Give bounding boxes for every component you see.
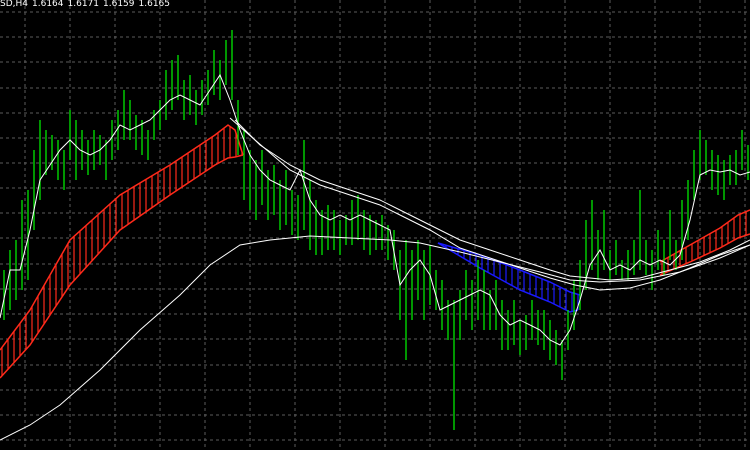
moving-average-slow	[0, 235, 750, 441]
chart-grid	[0, 0, 750, 450]
chart-header: SD,H4 1.6164 1.6171 1.6159 1.6165	[0, 0, 174, 10]
open-price-label: 1.6164	[32, 0, 64, 9]
close-price-label: 1.6165	[138, 0, 171, 9]
high-price-label: 1.6171	[67, 0, 100, 9]
moving-average-medium-1	[234, 119, 750, 281]
price-chart[interactable]	[0, 0, 750, 450]
blue-band-edge	[437, 242, 579, 313]
blue-band-edge	[437, 242, 581, 296]
chart-area[interactable]: SD,H4 1.6164 1.6171 1.6159 1.6165	[0, 0, 750, 450]
symbol-timeframe-label: SD,H4	[0, 0, 28, 9]
moving-average-fast	[0, 73, 750, 346]
low-price-label: 1.6159	[103, 0, 135, 9]
